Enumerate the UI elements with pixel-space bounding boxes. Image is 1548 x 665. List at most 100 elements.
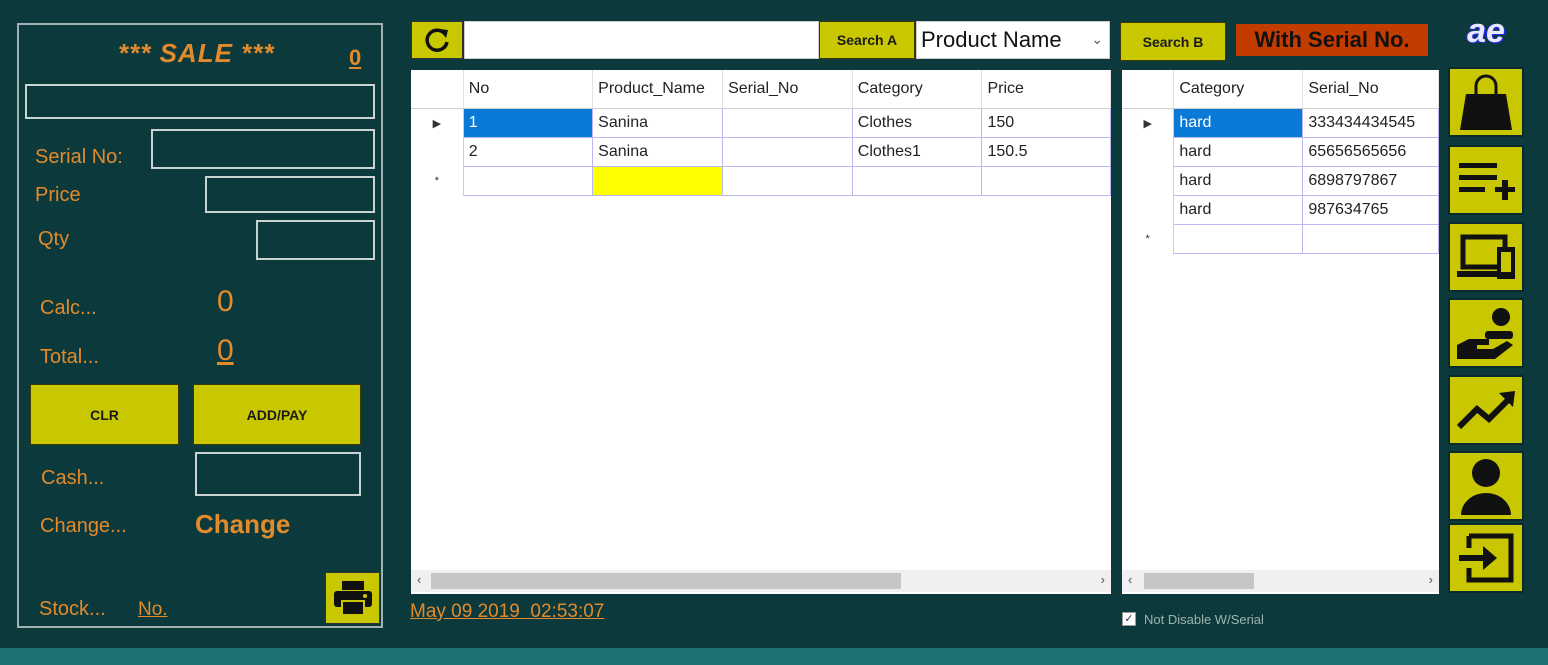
new-row-star-icon: * xyxy=(1122,224,1175,254)
not-disable-checkbox[interactable]: ✓ xyxy=(1122,612,1136,626)
chevron-down-icon: ⌄ xyxy=(1091,31,1103,47)
shopping-bag-icon xyxy=(1460,74,1512,130)
new-row[interactable]: * xyxy=(1122,224,1439,254)
table-cell[interactable]: 65656565656 xyxy=(1302,137,1439,167)
table-cell[interactable] xyxy=(722,137,853,167)
user-icon xyxy=(1461,459,1511,515)
table-cell[interactable]: Sanina xyxy=(592,108,724,138)
table-cell[interactable]: hard xyxy=(1173,108,1304,138)
column-header[interactable]: Serial_No xyxy=(1302,70,1439,109)
table-cell[interactable] xyxy=(1173,224,1304,254)
scrollbar-thumb[interactable] xyxy=(431,573,901,589)
row-header xyxy=(1122,195,1175,225)
sale-count: 0 xyxy=(349,45,362,70)
table-cell[interactable]: hard xyxy=(1173,195,1304,225)
table-cell[interactable] xyxy=(981,166,1111,196)
table-cell[interactable] xyxy=(463,166,594,196)
column-header[interactable]: Category xyxy=(1173,70,1304,109)
change-value: Change xyxy=(195,509,291,539)
table-cell[interactable]: 6898797867 xyxy=(1302,166,1439,196)
table-cell[interactable]: 987634765 xyxy=(1302,195,1439,225)
new-row-star-icon: * xyxy=(411,166,464,196)
table-cell[interactable]: 1 xyxy=(463,108,594,138)
products-hscrollbar[interactable]: ‹ › xyxy=(411,570,1111,592)
table-cell[interactable]: Clothes1 xyxy=(852,137,983,167)
search-b-button[interactable]: Search B xyxy=(1120,22,1226,61)
table-cell[interactable] xyxy=(1302,224,1439,254)
table-cell[interactable] xyxy=(592,166,724,196)
table-cell[interactable]: Clothes xyxy=(852,108,983,138)
calc-label: Calc... xyxy=(40,297,97,319)
add-item-nav-button[interactable] xyxy=(1448,145,1524,215)
change-label: Change... xyxy=(40,515,127,537)
table-cell[interactable]: 333434434545 xyxy=(1302,108,1439,138)
total-label: Total... xyxy=(40,346,99,368)
table-cell[interactable]: Sanina xyxy=(592,137,724,167)
serial-input[interactable] xyxy=(151,129,375,169)
price-label: Price xyxy=(35,184,81,206)
app-logo: ae xyxy=(1467,12,1505,50)
sales-nav-button[interactable] xyxy=(1448,67,1524,137)
table-cell[interactable] xyxy=(722,166,853,196)
serials-hscrollbar[interactable]: ‹ › xyxy=(1122,570,1439,592)
payments-nav-button[interactable] xyxy=(1448,298,1524,368)
table-cell[interactable]: hard xyxy=(1173,137,1304,167)
row-header-corner xyxy=(411,70,464,109)
table-cell[interactable] xyxy=(852,166,983,196)
total-value: 0 xyxy=(217,334,234,367)
refresh-button[interactable] xyxy=(411,21,463,59)
add-pay-button[interactable]: ADD/PAY xyxy=(193,384,361,445)
users-nav-button[interactable] xyxy=(1448,451,1524,521)
search-a-button[interactable]: Search A xyxy=(819,21,915,59)
table-cell[interactable] xyxy=(722,108,853,138)
table-cell[interactable]: hard xyxy=(1173,166,1304,196)
qty-label: Qty xyxy=(38,228,70,250)
column-header[interactable]: No xyxy=(463,70,594,109)
table-row[interactable]: ▶ hard 333434434545 xyxy=(1122,108,1439,138)
column-header[interactable]: Price xyxy=(981,70,1111,109)
column-header[interactable]: Serial_No xyxy=(722,70,853,109)
stock-label: Stock... xyxy=(39,598,106,620)
stock-value: No. xyxy=(138,599,168,620)
cash-input[interactable] xyxy=(195,452,361,496)
table-row[interactable]: hard 65656565656 xyxy=(1122,137,1439,167)
scroll-left-icon[interactable]: ‹ xyxy=(417,572,421,587)
table-row[interactable]: 2 Sanina Clothes1 150.5 xyxy=(411,137,1111,167)
serials-grid[interactable]: Category Serial_No ▶ hard 333434434545 h… xyxy=(1122,70,1439,594)
serial-label: Serial No: xyxy=(35,146,123,168)
add-list-icon xyxy=(1459,163,1515,200)
reports-nav-button[interactable] xyxy=(1448,375,1524,445)
devices-icon xyxy=(1457,234,1515,279)
cash-label: Cash... xyxy=(41,467,105,489)
scrollbar-thumb[interactable] xyxy=(1144,573,1254,589)
qty-input[interactable] xyxy=(256,220,375,260)
table-cell[interactable]: 2 xyxy=(463,137,594,167)
current-row-arrow-icon: ▶ xyxy=(411,108,464,138)
exit-nav-button[interactable] xyxy=(1448,523,1524,593)
search-field-select[interactable]: Product Name ⌄ xyxy=(916,21,1110,59)
trend-chart-icon xyxy=(1456,391,1515,430)
clr-button[interactable]: CLR xyxy=(30,384,179,445)
bottom-status-bar xyxy=(0,648,1548,665)
product-display-field[interactable] xyxy=(25,84,375,119)
payment-hand-icon xyxy=(1457,308,1513,359)
table-row[interactable]: hard 987634765 xyxy=(1122,195,1439,225)
print-button[interactable] xyxy=(325,572,380,624)
column-header[interactable]: Product_Name xyxy=(592,70,724,109)
devices-nav-button[interactable] xyxy=(1448,222,1524,292)
search-field-selected: Product Name xyxy=(921,27,1062,52)
table-cell[interactable]: 150.5 xyxy=(981,137,1111,167)
row-header xyxy=(411,137,464,167)
column-header[interactable]: Category xyxy=(852,70,983,109)
row-header xyxy=(1122,166,1175,196)
scroll-left-icon[interactable]: ‹ xyxy=(1128,572,1132,587)
table-cell[interactable]: 150 xyxy=(981,108,1111,138)
new-row[interactable]: * xyxy=(411,166,1111,196)
table-row[interactable]: ▶ 1 Sanina Clothes 150 xyxy=(411,108,1111,138)
products-grid[interactable]: No Product_Name Serial_No Category Price… xyxy=(411,70,1111,594)
scroll-right-icon[interactable]: › xyxy=(1101,572,1105,587)
scroll-right-icon[interactable]: › xyxy=(1429,572,1433,587)
price-input[interactable] xyxy=(205,176,375,213)
table-row[interactable]: hard 6898797867 xyxy=(1122,166,1439,196)
search-a-input[interactable] xyxy=(464,21,819,59)
